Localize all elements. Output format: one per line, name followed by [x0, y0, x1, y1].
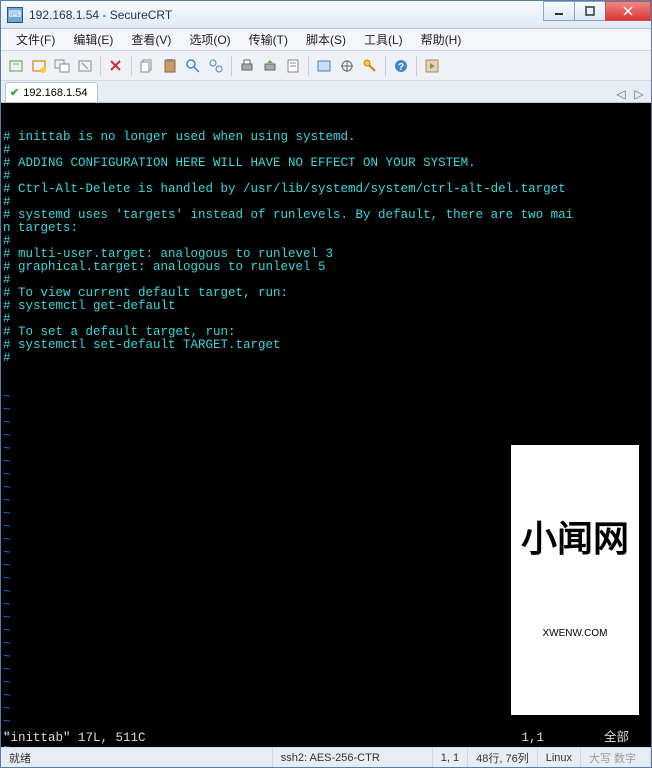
script-icon[interactable] — [421, 55, 443, 77]
toolbar: ? — [1, 51, 651, 81]
toolbar-separator — [100, 56, 101, 76]
status-cursor-pos: 1, 1 — [433, 748, 468, 767]
statusbar: 就绪 ssh2: AES-256-CTR 1, 1 48行, 76列 Linux… — [1, 747, 651, 767]
quick-connect-icon[interactable] — [5, 55, 27, 77]
terminal-content: # inittab is no longer used when using s… — [3, 131, 649, 365]
key-icon[interactable] — [359, 55, 381, 77]
menu-tools[interactable]: 工具(L) — [355, 29, 412, 50]
app-icon: ⌨ — [7, 7, 23, 23]
menu-transfer[interactable]: 传输(T) — [240, 29, 297, 50]
session-tab[interactable]: ✔ 192.168.1.54 — [5, 82, 98, 102]
connect-icon[interactable] — [28, 55, 50, 77]
toolbar-separator — [308, 56, 309, 76]
tab-label: 192.168.1.54 — [23, 87, 87, 99]
tab-next-button[interactable]: ▷ — [631, 86, 647, 102]
reconnect-icon[interactable] — [51, 55, 73, 77]
menu-edit[interactable]: 编辑(E) — [64, 29, 122, 50]
tab-nav: ◁ ▷ — [613, 86, 647, 102]
menu-file[interactable]: 文件(F) — [7, 29, 64, 50]
app-window: ⌨ 192.168.1.54 - SecureCRT 文件(F) 编辑(E) 查… — [0, 0, 652, 768]
minimize-button[interactable] — [543, 1, 575, 21]
tab-connected-icon: ✔ — [10, 86, 19, 99]
toolbar-separator — [131, 56, 132, 76]
copy-icon[interactable] — [136, 55, 158, 77]
close-button[interactable] — [605, 1, 651, 21]
status-caps: 大写 数字 — [581, 748, 651, 767]
status-size: 48行, 76列 — [468, 748, 538, 767]
status-mode: Linux — [538, 748, 581, 767]
maximize-button[interactable] — [574, 1, 606, 21]
disconnect-icon[interactable] — [74, 55, 96, 77]
tab-prev-button[interactable]: ◁ — [613, 86, 629, 102]
terminal[interactable]: # inittab is no longer used when using s… — [1, 103, 651, 747]
menu-help[interactable]: 帮助(H) — [412, 29, 471, 50]
print-screen-icon[interactable] — [259, 55, 281, 77]
session-options-icon[interactable] — [313, 55, 335, 77]
status-ready: 就绪 — [1, 748, 273, 767]
toolbar-separator — [231, 56, 232, 76]
global-options-icon[interactable] — [336, 55, 358, 77]
tabbar: ✔ 192.168.1.54 ◁ ▷ — [1, 81, 651, 103]
log-icon[interactable] — [282, 55, 304, 77]
help-icon[interactable]: ? — [390, 55, 412, 77]
terminal-status-line: "inittab" 17L, 511C1,1 全部 — [3, 732, 649, 745]
watermark: 小闻网 XWENW.COM — [509, 443, 641, 717]
find-next-icon[interactable] — [205, 55, 227, 77]
cut-icon[interactable] — [105, 55, 127, 77]
menubar: 文件(F) 编辑(E) 查看(V) 选项(O) 传输(T) 脚本(S) 工具(L… — [1, 29, 651, 51]
titlebar: ⌨ 192.168.1.54 - SecureCRT — [1, 1, 651, 29]
toolbar-separator — [416, 56, 417, 76]
window-controls — [544, 1, 651, 28]
menu-options[interactable]: 选项(O) — [180, 29, 239, 50]
menu-view[interactable]: 查看(V) — [122, 29, 180, 50]
menu-script[interactable]: 脚本(S) — [297, 29, 355, 50]
status-connection: ssh2: AES-256-CTR — [273, 748, 433, 767]
print-icon[interactable] — [236, 55, 258, 77]
paste-icon[interactable] — [159, 55, 181, 77]
svg-text:?: ? — [398, 62, 404, 73]
toolbar-separator — [385, 56, 386, 76]
window-title: 192.168.1.54 - SecureCRT — [29, 8, 544, 22]
find-icon[interactable] — [182, 55, 204, 77]
